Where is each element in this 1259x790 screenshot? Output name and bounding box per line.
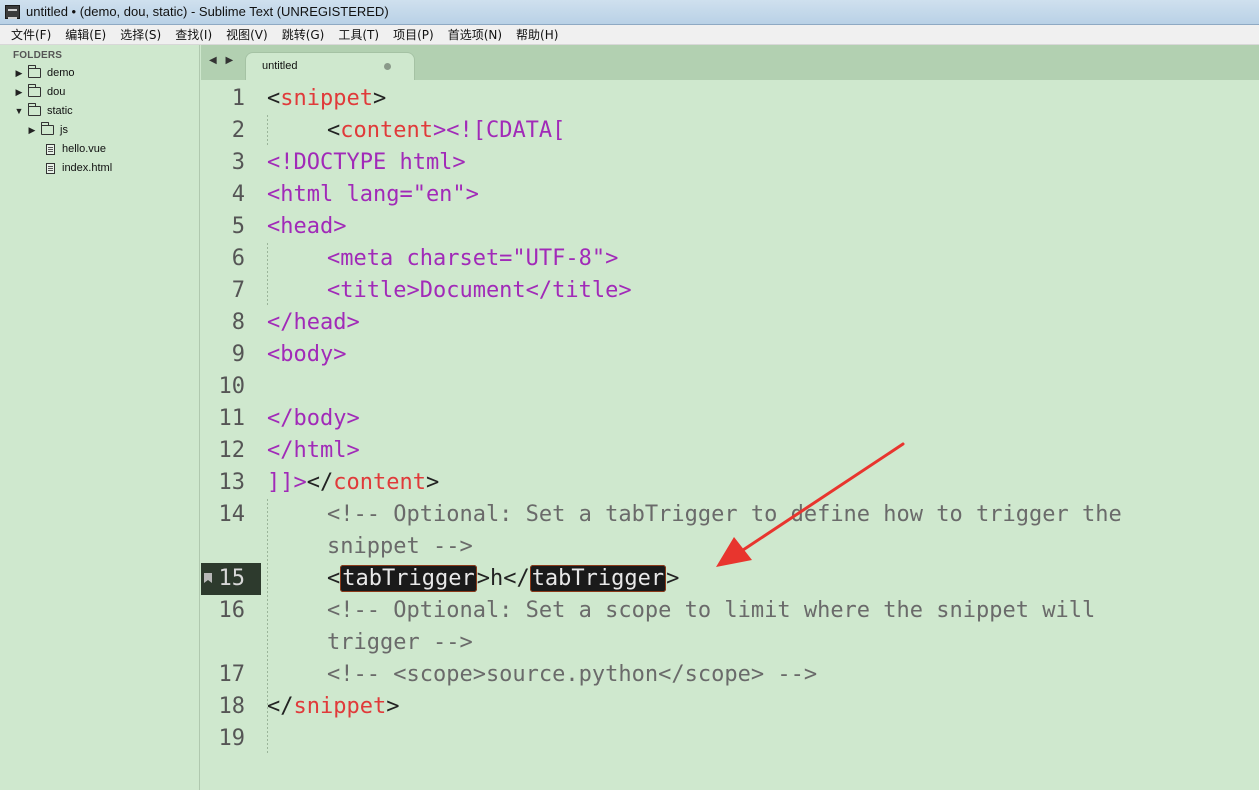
line-number: 6 [231, 246, 245, 271]
sidebar-item-label: index.html [62, 162, 113, 174]
line-number: 10 [218, 374, 246, 399]
code-line-3: <!DOCTYPE html> [267, 150, 466, 175]
code-line-9: <body> [267, 342, 347, 367]
menu-selection[interactable]: 选择(S) [113, 26, 168, 43]
menu-project[interactable]: 项目(P) [386, 26, 441, 43]
title-bar: untitled • (demo, dou, static) - Sublime… [0, 0, 1259, 25]
sidebar-item-label: static [47, 105, 73, 117]
code-line-15: <tabTrigger>h</tabTrigger> [327, 565, 680, 592]
sidebar-item-static[interactable]: ▼ static [14, 102, 73, 120]
code-line-1: <snippet> [267, 86, 387, 111]
tab-untitled[interactable]: untitled [245, 52, 415, 80]
code-line-17: <!-- <scope>source.python</scope> --> [327, 662, 818, 687]
line-number: 19 [218, 726, 246, 751]
code-line-4: <html lang="en"> [267, 182, 479, 207]
line-number: 5 [231, 214, 245, 239]
code-line-18: </snippet> [267, 694, 400, 719]
collapse-arrow-icon[interactable]: ▼ [14, 106, 24, 116]
code-line-14-wrap: snippet --> [327, 534, 473, 559]
line-number: 3 [231, 150, 245, 175]
line-number: 11 [218, 406, 246, 431]
code-line-11: </body> [267, 406, 360, 431]
file-icon [46, 143, 55, 155]
expand-arrow-icon[interactable]: ▶ [14, 87, 24, 98]
indent-guide [267, 243, 268, 307]
sidebar-item-dou[interactable]: ▶ dou [14, 83, 65, 101]
code-line-8: </head> [267, 310, 360, 335]
menu-goto[interactable]: 跳转(G) [275, 26, 332, 43]
line-number: 17 [218, 662, 246, 687]
line-number: 8 [231, 310, 245, 335]
menu-preferences[interactable]: 首选项(N) [441, 26, 509, 43]
line-number-current: 15 [218, 566, 246, 591]
sidebar-item-demo[interactable]: ▶ demo [14, 64, 75, 82]
menu-find[interactable]: 查找(I) [168, 26, 219, 43]
code-line-6: <meta charset="UTF-8"> [327, 246, 619, 271]
menu-view[interactable]: 视图(V) [219, 26, 275, 43]
tab-nav-arrows-icon[interactable]: ◀ ▶ [209, 55, 236, 66]
menu-edit[interactable]: 编辑(E) [58, 26, 113, 43]
menu-bar: 文件(F) 编辑(E) 选择(S) 查找(I) 视图(V) 跳转(G) 工具(T… [0, 25, 1259, 45]
line-number: 18 [218, 694, 246, 719]
sidebar-item-js[interactable]: ▶ js [27, 121, 68, 139]
line-number: 7 [231, 278, 245, 303]
code-line-14: <!-- Optional: Set a tabTrigger to defin… [327, 502, 1122, 527]
folder-icon [28, 65, 41, 78]
sidebar-item-label: js [60, 124, 68, 136]
code-line-13: ]]></content> [267, 470, 440, 495]
expand-arrow-icon[interactable]: ▶ [14, 68, 24, 79]
line-number: 9 [231, 342, 245, 367]
unsaved-dot-icon[interactable] [384, 63, 391, 70]
line-number: 2 [231, 118, 245, 143]
line-number: 16 [218, 598, 246, 623]
code-line-12: </html> [267, 438, 360, 463]
tab-label: untitled [262, 60, 298, 72]
tab-bar: ◀ ▶ untitled [201, 45, 1259, 80]
match-highlight: tabTrigger [529, 565, 667, 592]
sidebar: FOLDERS ▶ demo ▶ dou ▼ static ▶ js hello… [0, 45, 200, 790]
window-title: untitled • (demo, dou, static) - Sublime… [26, 4, 389, 19]
code-line-5: <head> [267, 214, 347, 239]
code-line-16-wrap: trigger --> [327, 630, 473, 655]
sidebar-item-label: hello.vue [62, 143, 107, 155]
sidebar-item-label: dou [47, 86, 66, 98]
match-highlight: tabTrigger [340, 565, 477, 592]
code-line-2: <content><![CDATA[ [327, 118, 566, 143]
indent-guide [267, 115, 268, 147]
menu-help[interactable]: 帮助(H) [509, 26, 565, 43]
sidebar-item-hello-vue[interactable]: hello.vue [46, 140, 106, 158]
line-number: 1 [231, 86, 245, 111]
editor[interactable]: 1 2 3 4 5 6 7 8 9 10 11 12 13 14 15 16 1… [201, 80, 1259, 790]
code-line-16: <!-- Optional: Set a scope to limit wher… [327, 598, 1096, 623]
sidebar-item-label: demo [47, 67, 75, 79]
open-folder-icon [28, 103, 41, 116]
line-number: 12 [218, 438, 246, 463]
folder-icon [41, 122, 54, 135]
code-line-7: <title>Document</title> [327, 278, 632, 303]
expand-arrow-icon[interactable]: ▶ [27, 125, 37, 136]
folders-header: FOLDERS [13, 50, 63, 61]
file-icon [46, 162, 55, 174]
folder-icon [28, 84, 41, 97]
sublime-app-icon [5, 5, 20, 19]
line-number: 4 [231, 182, 245, 207]
line-number: 13 [218, 470, 246, 495]
menu-tools[interactable]: 工具(T) [331, 26, 386, 43]
line-number: 14 [218, 502, 246, 527]
sidebar-item-index-html[interactable]: index.html [46, 159, 112, 177]
gutter: 1 2 3 4 5 6 7 8 9 10 11 12 13 14 15 16 1… [201, 80, 261, 790]
menu-file[interactable]: 文件(F) [4, 26, 58, 43]
